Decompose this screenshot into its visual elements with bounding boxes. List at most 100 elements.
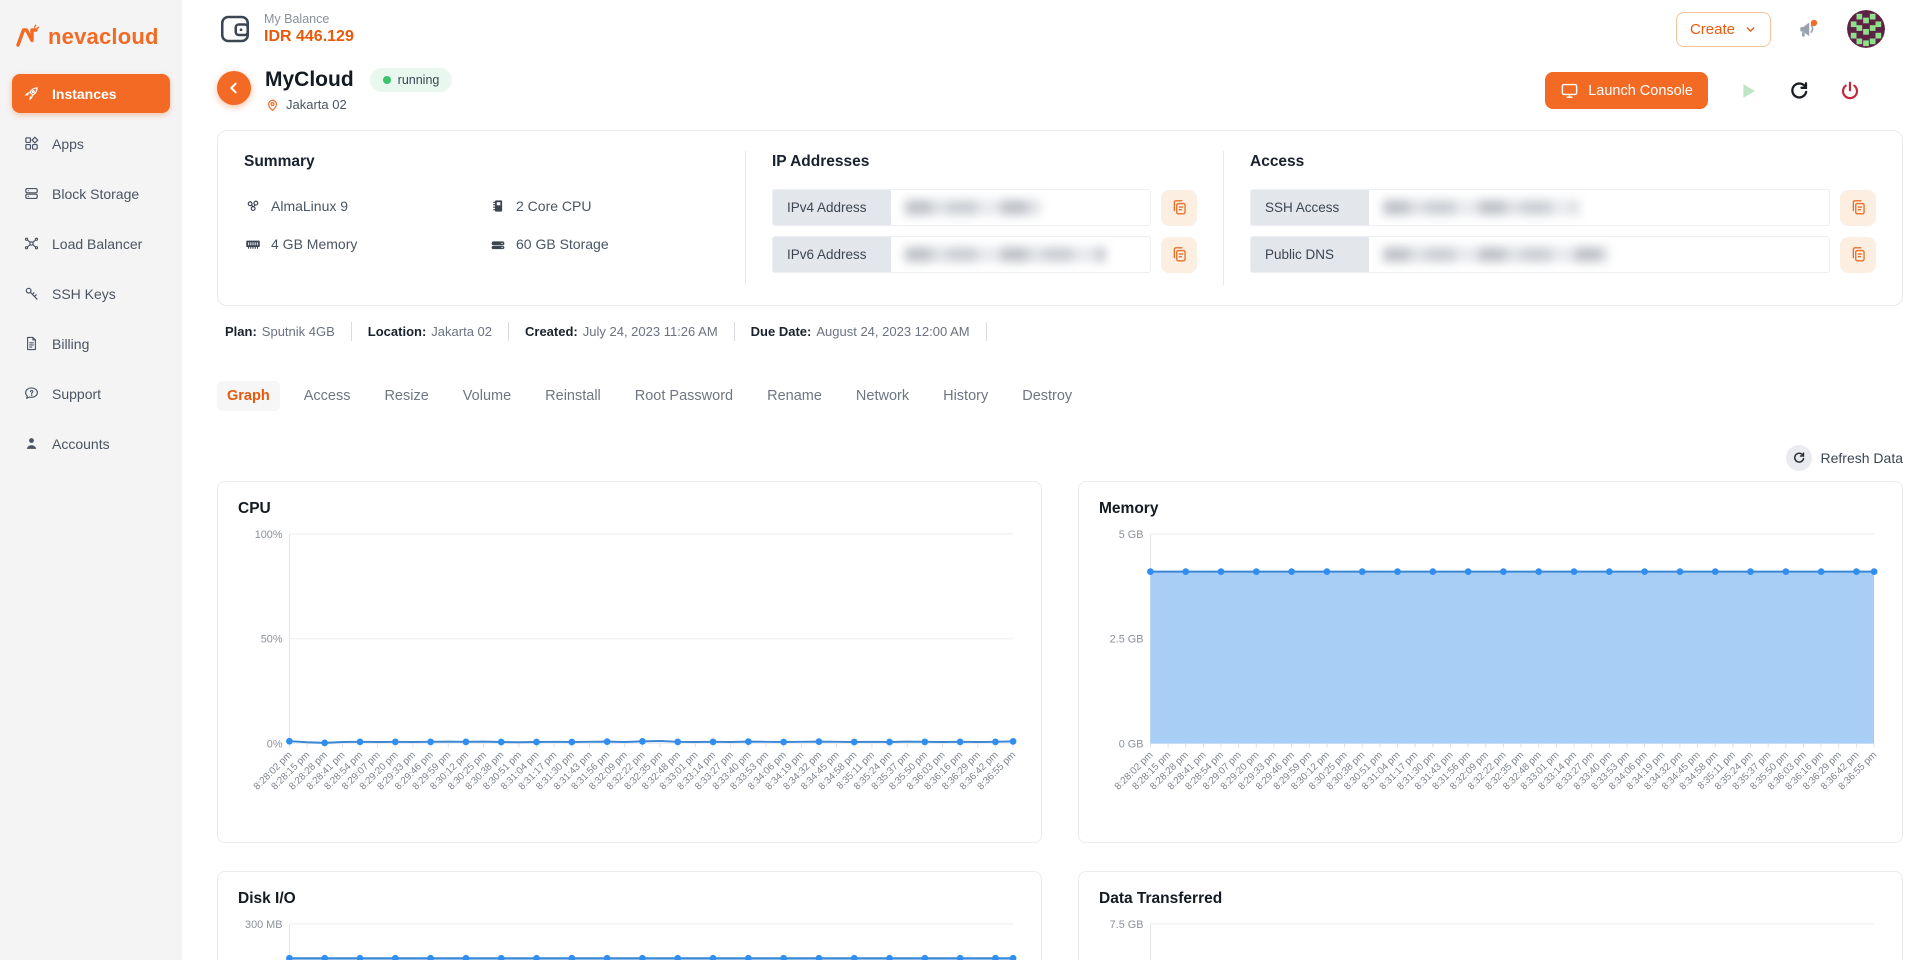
tab-history[interactable]: History	[933, 381, 998, 411]
copy-icon	[1170, 245, 1189, 264]
launch-console-label: Launch Console	[1588, 83, 1693, 99]
location-label: Jakarta 02	[286, 97, 347, 112]
summary-item-label: AlmaLinux 9	[271, 198, 348, 214]
field-box: IPv4 Address	[772, 189, 1151, 226]
create-button[interactable]: Create	[1676, 12, 1771, 47]
tab-reinstall[interactable]: Reinstall	[535, 381, 611, 411]
meta-value: July 24, 2023 11:26 AM	[583, 324, 718, 339]
copy-button[interactable]	[1840, 190, 1876, 226]
sidebar-item-billing[interactable]: Billing	[12, 324, 170, 363]
create-button-label: Create	[1690, 21, 1735, 38]
field-value	[891, 190, 1150, 225]
sidebar-item-block-storage[interactable]: Block Storage	[12, 174, 170, 213]
instance-title-block: MyCloud running Jakar	[265, 68, 452, 112]
sidebar-item-load-balancer[interactable]: Load Balancer	[12, 224, 170, 263]
access-title: Access	[1250, 153, 1876, 171]
refresh-data-label[interactable]: Refresh Data	[1821, 450, 1903, 466]
meta-value: Sputnik 4GB	[262, 324, 335, 339]
announcements-megaphone-icon[interactable]	[1796, 16, 1822, 42]
redacted-value	[905, 247, 1105, 262]
main-content: My Balance IDR 446.129 Create	[182, 0, 1920, 960]
summary-grid: AlmaLinux 9 2 Core CPU 4 GB Memory 60 GB…	[244, 197, 719, 253]
sidebar-item-support[interactable]: Support	[12, 374, 170, 413]
copy-button[interactable]	[1840, 237, 1876, 273]
tab-graph[interactable]: Graph	[217, 381, 280, 411]
instance-name: MyCloud	[265, 68, 354, 92]
instance-location: Jakarta 02	[265, 97, 452, 112]
svg-text:5 GB: 5 GB	[1119, 529, 1144, 541]
sidebar-item-apps[interactable]: Apps	[12, 124, 170, 163]
field-row-ipv6-address: IPv6 Address	[772, 236, 1197, 273]
field-box: Public DNS	[1250, 236, 1830, 273]
meta-value: Jakarta 02	[431, 324, 492, 339]
copy-icon	[1170, 198, 1189, 217]
ip-rows: IPv4 Address IPv6 Address	[772, 189, 1197, 273]
meta-plan: Plan: Sputnik 4GB	[225, 322, 352, 341]
tab-volume[interactable]: Volume	[453, 381, 521, 411]
tab-access[interactable]: Access	[294, 381, 361, 411]
brand-name: nevacloud	[48, 24, 159, 50]
chart-cpu: 100%50%0%8:28:02 pm8:28:15 pm8:28:28 pm8…	[238, 526, 1021, 834]
brand-logo[interactable]: nevacloud	[0, 14, 182, 74]
tab-network[interactable]: Network	[846, 381, 919, 411]
field-label: SSH Access	[1251, 190, 1369, 225]
start-play-icon[interactable]	[1737, 80, 1759, 102]
chart-title-memory: Memory	[1099, 500, 1882, 518]
power-off-icon[interactable]	[1839, 80, 1861, 102]
chart-data-transferred: 7.5 GB5 GB2.5 GB0 GB8:28:02 pm8:28:15 pm…	[1099, 916, 1882, 960]
ip-addresses-section: IP Addresses IPv4 Address IPv6 Address	[745, 151, 1223, 285]
topbar: My Balance IDR 446.129 Create	[217, 0, 1903, 48]
sidebar: nevacloud Instances Apps Block Storage L…	[0, 0, 182, 960]
sidebar-item-label: SSH Keys	[52, 286, 116, 302]
sidebar-item-label: Accounts	[52, 436, 110, 452]
balance-label: My Balance	[264, 12, 354, 26]
summary-item-label: 2 Core CPU	[516, 198, 591, 214]
support-icon	[23, 385, 40, 402]
meta-label: Plan:	[225, 324, 257, 339]
redacted-value	[1383, 247, 1608, 262]
charts-grid: CPU 100%50%0%8:28:02 pm8:28:15 pm8:28:28…	[217, 481, 1903, 960]
copy-button[interactable]	[1161, 190, 1197, 226]
copy-button[interactable]	[1161, 237, 1197, 273]
avatar[interactable]	[1847, 10, 1885, 48]
chart-title-data-transferred: Data Transferred	[1099, 890, 1882, 908]
sidebar-item-label: Billing	[52, 336, 89, 352]
back-button[interactable]	[217, 71, 251, 105]
chart-disk-i-o: 300 MB200 MB100 MB0 MB8:28:02 pm8:28:15 …	[238, 916, 1021, 960]
tab-root-password[interactable]: Root Password	[625, 381, 743, 411]
tab-destroy[interactable]: Destroy	[1012, 381, 1082, 411]
svg-text:2.5 GB: 2.5 GB	[1110, 634, 1144, 646]
sidebar-item-label: Instances	[52, 86, 117, 102]
summary-item-2-core-cpu: 2 Core CPU	[489, 197, 719, 215]
chart-card-cpu: CPU 100%50%0%8:28:02 pm8:28:15 pm8:28:28…	[217, 481, 1042, 843]
balance-value: IDR 446.129	[264, 28, 354, 46]
tab-rename[interactable]: Rename	[757, 381, 832, 411]
field-row-ipv4-address: IPv4 Address	[772, 189, 1197, 226]
field-value	[1369, 237, 1829, 272]
disk-icon	[489, 235, 507, 253]
field-label: IPv6 Address	[773, 237, 891, 272]
launch-console-button[interactable]: Launch Console	[1545, 72, 1708, 109]
sidebar-item-ssh-keys[interactable]: SSH Keys	[12, 274, 170, 313]
sidebar-item-label: Load Balancer	[52, 236, 142, 252]
instance-header-left: MyCloud running Jakar	[217, 68, 452, 112]
refresh-data-row: Refresh Data	[217, 445, 1903, 471]
field-label: IPv4 Address	[773, 190, 891, 225]
svg-text:7.5 GB: 7.5 GB	[1110, 919, 1144, 931]
chart-card-disk-i-o: Disk I/O 300 MB200 MB100 MB0 MB8:28:02 p…	[217, 871, 1042, 960]
restart-refresh-icon[interactable]	[1788, 80, 1810, 102]
sidebar-item-label: Apps	[52, 136, 84, 152]
ip-addresses-title: IP Addresses	[772, 153, 1197, 171]
billing-icon	[23, 335, 40, 352]
svg-text:100%: 100%	[255, 529, 283, 541]
console-monitor-icon	[1560, 81, 1579, 100]
sidebar-item-accounts[interactable]: Accounts	[12, 424, 170, 463]
chart-title-cpu: CPU	[238, 500, 1021, 518]
plan-meta-bar: Plan: Sputnik 4GB Location: Jakarta 02 C…	[217, 322, 1903, 341]
sidebar-item-instances[interactable]: Instances	[12, 74, 170, 113]
balance-widget: My Balance IDR 446.129	[217, 11, 354, 47]
tab-resize[interactable]: Resize	[374, 381, 438, 411]
access-section: Access SSH Access Public DNS	[1223, 151, 1902, 285]
refresh-data-icon[interactable]	[1786, 445, 1812, 471]
svg-text:0%: 0%	[267, 738, 283, 750]
